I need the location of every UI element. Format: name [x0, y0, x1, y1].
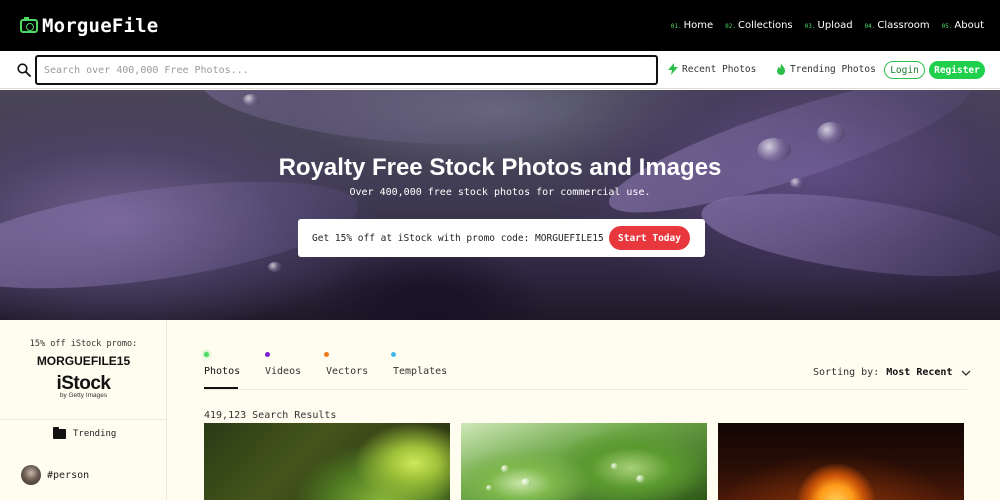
- tag-label: #person: [47, 469, 90, 481]
- purple-dot-icon: [265, 352, 270, 357]
- nav-number: 03.: [804, 23, 816, 30]
- main-nav: 01. Home 02. Collections 03. Upload 04. Clas…: [671, 0, 984, 51]
- water-drop: [501, 465, 509, 473]
- camera-icon: [20, 16, 38, 33]
- divider: [204, 389, 967, 390]
- water-drop: [521, 478, 531, 487]
- sidebar-tag-person[interactable]: #person: [21, 465, 89, 485]
- blue-dot-icon: [391, 352, 396, 357]
- search-bar: Recent Photos Trending Photos: [0, 51, 1000, 89]
- register-button[interactable]: Register: [929, 61, 985, 79]
- tab-label: Vectors: [326, 366, 369, 377]
- photo-thumbnail[interactable]: [718, 423, 964, 500]
- tab-label: Photos: [204, 366, 241, 377]
- promo-box: Get 15% off at iStock with promo code: M…: [298, 219, 705, 257]
- water-drop: [611, 463, 618, 470]
- sort-label: Sorting by:: [813, 367, 880, 378]
- nav-number: 04.: [864, 23, 876, 30]
- hero-subtitle: Over 400,000 free stock photos for comme…: [349, 187, 651, 198]
- folder-icon: [53, 427, 66, 439]
- nav-label: Classroom: [877, 20, 930, 31]
- logo[interactable]: MorgueFile: [20, 15, 158, 37]
- nav-item-classroom[interactable]: 04. Classroom: [865, 20, 930, 31]
- promo-text: Get 15% off at iStock with promo code: M…: [312, 232, 604, 244]
- tab-label: Videos: [265, 366, 302, 377]
- nav-item-upload[interactable]: 03. Upload: [805, 20, 853, 31]
- hero-banner: Royalty Free Stock Photos and Images Ove…: [0, 90, 1000, 320]
- water-drop: [243, 94, 259, 106]
- sidebar-item-label: Trending: [73, 429, 117, 439]
- lightning-icon: [668, 63, 678, 75]
- search-icon[interactable]: [17, 63, 31, 77]
- nav-label: About: [954, 20, 984, 31]
- recent-photos-label: Recent Photos: [682, 63, 757, 75]
- start-today-button[interactable]: Start Today: [609, 226, 690, 250]
- hero-title: Royalty Free Stock Photos and Images: [278, 154, 722, 181]
- sidebar-promo-code: MORGUEFILE15: [36, 354, 131, 368]
- green-dot-icon: [204, 352, 209, 357]
- trending-photos-link[interactable]: Trending Photos: [776, 63, 876, 75]
- trending-photos-label: Trending Photos: [790, 63, 876, 75]
- login-button[interactable]: Login: [884, 61, 925, 79]
- nav-label: Upload: [817, 20, 853, 31]
- nav-label: Home: [683, 20, 714, 31]
- photo-thumbnail[interactable]: [461, 423, 707, 500]
- nav-label: Collections: [737, 20, 793, 31]
- nav-item-home[interactable]: 01. Home: [671, 20, 713, 31]
- sidebar: 15% off iStock promo: MORGUEFILE15 iStoc…: [0, 320, 167, 500]
- water-drop: [486, 485, 492, 491]
- water-drop: [268, 262, 282, 272]
- flame-icon: [777, 63, 785, 75]
- search-input[interactable]: [35, 55, 658, 85]
- nav-number: 01.: [670, 23, 682, 30]
- photo-thumbnail[interactable]: [204, 423, 450, 500]
- istock-logo-subtitle: by Getty Images: [59, 392, 108, 399]
- sidebar-item-trending[interactable]: Trending: [53, 427, 117, 439]
- nav-item-about[interactable]: 05. About: [942, 20, 984, 31]
- recent-photos-link[interactable]: Recent Photos: [668, 63, 756, 75]
- nav-number: 02.: [725, 23, 736, 30]
- avatar: [21, 465, 41, 485]
- chevron-down-icon: [962, 370, 971, 376]
- logo-text: MorgueFile: [42, 14, 159, 37]
- divider: [0, 419, 167, 420]
- nav-item-collections[interactable]: 02. Collections: [725, 20, 793, 31]
- sort-value: Most Recent: [886, 367, 953, 378]
- water-drop: [817, 122, 845, 144]
- top-navbar: MorgueFile 01. Home 02. Collections 03. Upl…: [0, 0, 1000, 51]
- orange-dot-icon: [324, 352, 329, 357]
- nav-number: 05.: [941, 23, 953, 30]
- water-drop: [636, 475, 645, 483]
- tab-label: Templates: [393, 366, 448, 377]
- results-count: 419,123 Search Results: [204, 410, 337, 421]
- sort-dropdown[interactable]: Sorting by: Most Recent: [813, 367, 971, 378]
- sidebar-promo-label: 15% off iStock promo:: [29, 339, 138, 349]
